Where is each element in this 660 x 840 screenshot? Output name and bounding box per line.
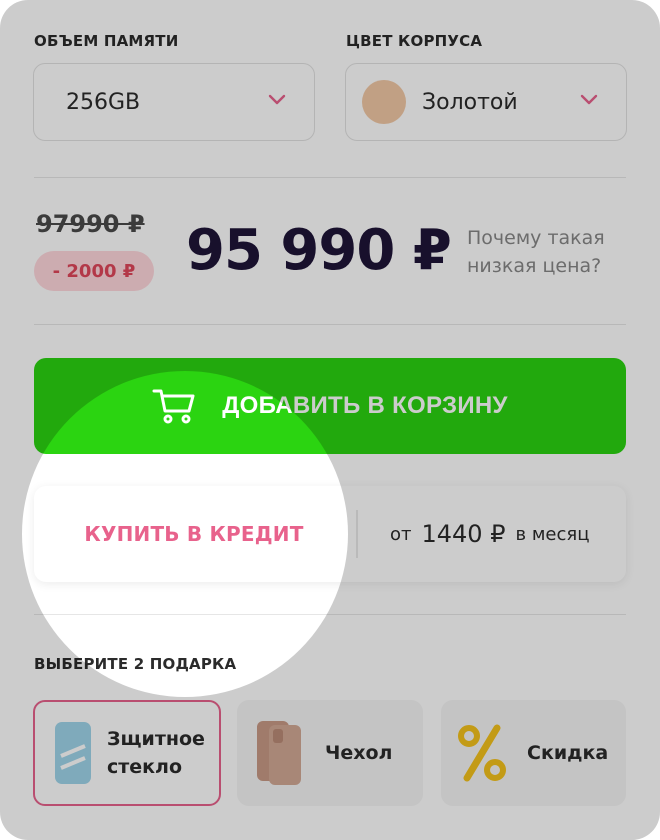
chevron-down-icon [268, 94, 286, 105]
memory-select[interactable]: 256GB [33, 63, 315, 141]
discount-badge: - 2000 ₽ [34, 251, 154, 291]
monthly-prefix: от [390, 523, 412, 545]
monthly-payment: от 1440 ₽ в месяц [390, 486, 589, 582]
memory-label: ОБЪЕМ ПАМЯТИ [34, 32, 179, 50]
monthly-amount: 1440 ₽ [421, 520, 506, 548]
color-swatch [362, 80, 406, 124]
monthly-suffix: в месяц [515, 523, 590, 545]
product-options-panel: ОБЪЕМ ПАМЯТИ 256GB ЦВЕТ КОРПУСА Золотой … [0, 0, 660, 840]
gift-option-discount[interactable]: Скидка [441, 700, 626, 806]
why-low-price-link[interactable]: Почему такая низкая цена? [467, 224, 627, 280]
phone-case-icon [257, 721, 301, 785]
buy-on-credit-button[interactable]: КУПИТЬ В КРЕДИТ [34, 486, 354, 582]
gift-option-case[interactable]: Чехол [237, 700, 423, 806]
divider [34, 614, 626, 615]
chevron-down-icon [580, 94, 598, 105]
gifts-label: ВЫБЕРИТЕ 2 ПОДАРКА [34, 655, 237, 673]
add-to-cart-button[interactable]: ДОБАВИТЬ В КОРЗИНУ [34, 358, 626, 454]
screen-protector-icon [55, 722, 91, 784]
gift-name: Зщитное стекло [107, 728, 205, 778]
percent-icon [458, 724, 506, 782]
gift-option-screen-protector[interactable]: Зщитное стекло [33, 700, 221, 806]
current-price: 95 990 ₽ [186, 218, 452, 283]
old-price: 97990 ₽ [36, 210, 145, 238]
divider [356, 510, 358, 558]
gift-name: Скидка [527, 742, 609, 764]
color-select[interactable]: Золотой [345, 63, 627, 141]
divider [34, 177, 626, 178]
add-to-cart-label: ДОБАВИТЬ В КОРЗИНУ [222, 392, 508, 419]
memory-value: 256GB [66, 89, 141, 115]
credit-box: КУПИТЬ В КРЕДИТ от 1440 ₽ в месяц [34, 486, 626, 582]
cart-icon [152, 389, 195, 424]
color-value: Золотой [422, 89, 518, 115]
gift-name: Чехол [325, 742, 393, 764]
divider [34, 324, 626, 325]
color-label: ЦВЕТ КОРПУСА [346, 32, 483, 50]
